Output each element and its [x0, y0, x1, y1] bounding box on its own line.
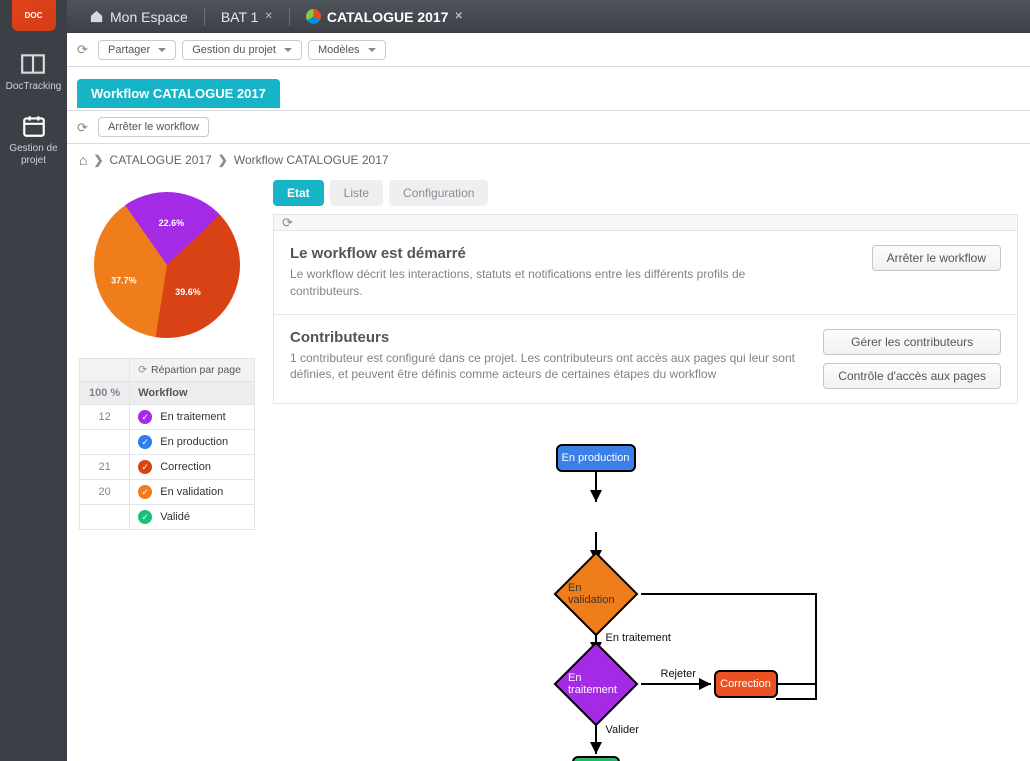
flow-valide: Validé [572, 756, 620, 761]
table-row[interactable]: En production [80, 430, 255, 455]
breadcrumb-item[interactable]: CATALOGUE 2017 [110, 153, 212, 167]
separator [204, 8, 205, 26]
tab-mon-espace[interactable]: Mon Espace [83, 9, 194, 25]
refresh-icon[interactable] [282, 215, 297, 230]
tab-label: Mon Espace [110, 9, 188, 25]
flow-correction: Correction [714, 670, 778, 698]
flow-production: En production [556, 444, 636, 472]
breadcrumb: ⌂ ❯ CATALOGUE 2017 ❯ Workflow CATALOGUE … [67, 144, 1030, 176]
arreter-workflow-button[interactable]: Arrêter le workflow [872, 245, 1001, 271]
workflow-title-tab: Workflow CATALOGUE 2017 [77, 79, 280, 108]
tab-label: BAT 1 [221, 9, 259, 25]
pie-slice-label: 39.6% [175, 287, 201, 297]
partager-dropdown[interactable]: Partager [98, 40, 176, 60]
gestion-projet-dropdown[interactable]: Gestion du projet [182, 40, 302, 60]
workflow-sub-tabs: Etat Liste Configuration [273, 180, 1018, 206]
modeles-dropdown[interactable]: Modèles [308, 40, 386, 60]
workflow-diagram: Démarrage En production En validation En… [416, 444, 876, 761]
status-dot [138, 460, 152, 474]
rail-doctracking[interactable]: DocTracking [6, 51, 62, 93]
card-desc: 1 contributeur est configuré dans ce pro… [290, 350, 799, 384]
pie-slice-label: 37.7% [111, 276, 137, 286]
arreter-workflow-button[interactable]: Arrêter le workflow [98, 117, 209, 137]
breadcrumb-item: Workflow CATALOGUE 2017 [234, 153, 389, 167]
table-row[interactable]: 21Correction [80, 455, 255, 480]
gerer-contributeurs-button[interactable]: Gérer les contributeurs [823, 329, 1001, 355]
rail-label: DocTracking [6, 81, 62, 93]
close-icon[interactable]: ✕ [264, 11, 272, 22]
layout-icon [20, 51, 46, 77]
tab-etat[interactable]: Etat [273, 180, 324, 206]
status-dot [138, 510, 152, 524]
card-title: Le workflow est démarré [290, 245, 810, 262]
status-dot [138, 435, 152, 449]
status-dot [138, 485, 152, 499]
top-tabbar: Mon Espace BAT 1 ✕ CATALOGUE 2017 ✕ [67, 0, 1030, 33]
home-icon[interactable]: ⌂ [79, 152, 87, 168]
contributeurs-card: Contributeurs 1 contributeur est configu… [273, 314, 1018, 404]
workflow-status-card: Le workflow est démarré Le workflow décr… [273, 231, 1018, 315]
separator [289, 8, 290, 26]
status-dot [138, 410, 152, 424]
close-icon[interactable]: ✕ [454, 11, 462, 22]
workflow-toolbar: Arrêter le workflow [67, 110, 1030, 144]
project-toolbar: Partager Gestion du projet Modèles [67, 33, 1030, 67]
refresh-icon[interactable] [77, 120, 92, 135]
tab-bat1[interactable]: BAT 1 ✕ [215, 9, 279, 25]
workflow-table: Répartion par page 100 %Workflow 12En tr… [79, 358, 255, 530]
palette-icon [306, 9, 321, 24]
tab-configuration[interactable]: Configuration [389, 180, 488, 206]
table-row[interactable]: Validé [80, 505, 255, 530]
refresh-icon[interactable] [77, 42, 92, 57]
flow-edge-label: Rejeter [661, 668, 696, 680]
card-title: Contributeurs [290, 329, 799, 346]
rail-gestion-projet[interactable]: Gestion de projet [0, 113, 67, 167]
calendar-icon [21, 113, 47, 139]
card-desc: Le workflow décrit les interactions, sta… [290, 266, 810, 300]
tab-liste[interactable]: Liste [330, 180, 383, 206]
rail-label: Gestion de projet [0, 143, 67, 167]
flow-edge-label: En traitement [606, 632, 671, 644]
home-icon [89, 9, 104, 24]
workflow-pie-chart: 22.6% 39.6% 37.7% [67, 176, 269, 367]
left-rail: DOC DocTracking Gestion de projet [0, 0, 67, 761]
flow-edge-label: Valider [606, 724, 639, 736]
tab-catalogue-2017[interactable]: CATALOGUE 2017 ✕ [300, 9, 469, 25]
table-row[interactable]: 12En traitement [80, 405, 255, 430]
logo: DOC [12, 0, 56, 31]
controle-acces-button[interactable]: Contrôle d'accès aux pages [823, 363, 1001, 389]
pie-slice-label: 22.6% [159, 218, 185, 228]
repartition-header[interactable]: Répartion par page [138, 364, 246, 376]
tab-label: CATALOGUE 2017 [327, 9, 449, 25]
table-row[interactable]: 20En validation [80, 480, 255, 505]
